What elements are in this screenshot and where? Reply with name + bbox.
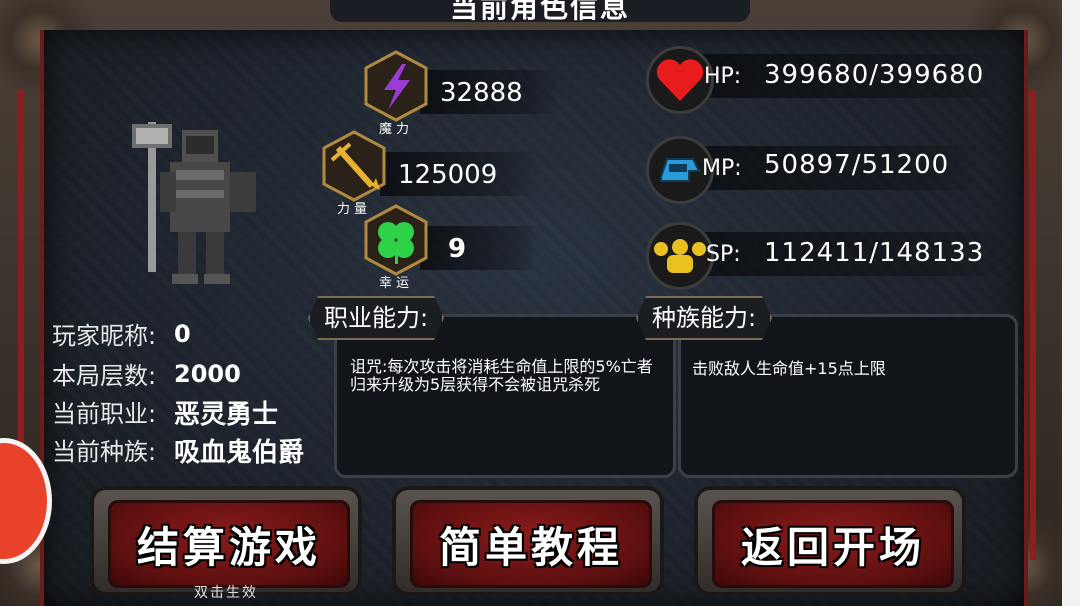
mp-value: 50897/51200 [764,150,950,180]
back-button-frame: 返回开场 [694,486,966,596]
class-ability-text: 诅咒:每次攻击将消耗生命值上限的5%亡者归来升级为5层获得不会被诅咒杀死 [350,357,653,394]
race-ability-text: 击败敌人生命值+15点上限 [692,359,886,378]
tutorial-button-frame: 简单教程 [392,486,664,596]
class-value: 恶灵勇士 [174,400,279,430]
luck-label: 幸运 [378,276,413,291]
floor-value: 2000 [174,360,241,388]
nickname-value: 0 [174,320,191,348]
sp-icon-holder [646,222,714,290]
hp-value: 399680/399680 [764,60,985,90]
heart-icon [656,59,704,101]
class-ability-title: 职业能力: [308,296,444,340]
lightning-icon [364,50,428,122]
tutorial-button[interactable]: 简单教程 [410,500,652,588]
mp-label: MP: [702,156,742,181]
right-rail [1030,90,1036,560]
strength-value: 125009 [398,160,498,190]
class-label: 当前职业: [52,400,157,428]
character-sprite [132,122,256,284]
luck-bar [420,226,540,270]
settle-button-frame: 结算游戏 双击生效 [90,486,362,601]
nickname-label: 玩家昵称: [52,322,157,350]
race-ability-title: 种族能力: [636,296,772,340]
sp-label: SP: [706,242,741,267]
back-to-start-button[interactable]: 返回开场 [712,500,954,588]
magic-value: 32888 [440,78,523,108]
settle-hint: 双击生效 [194,585,258,601]
sword-icon [322,130,386,202]
luck-value: 9 [448,234,467,264]
floor-label: 本局层数: [52,362,157,390]
muscle-icon [654,239,706,273]
race-label: 当前种族: [52,438,157,466]
page-title: 当前角色信息 [330,0,750,24]
hp-label: HP: [704,64,742,89]
clover-icon [364,204,428,276]
race-value: 吸血鬼伯爵 [174,438,305,468]
sp-value: 112411/148133 [764,238,985,268]
settle-game-button[interactable]: 结算游戏 [108,500,350,588]
